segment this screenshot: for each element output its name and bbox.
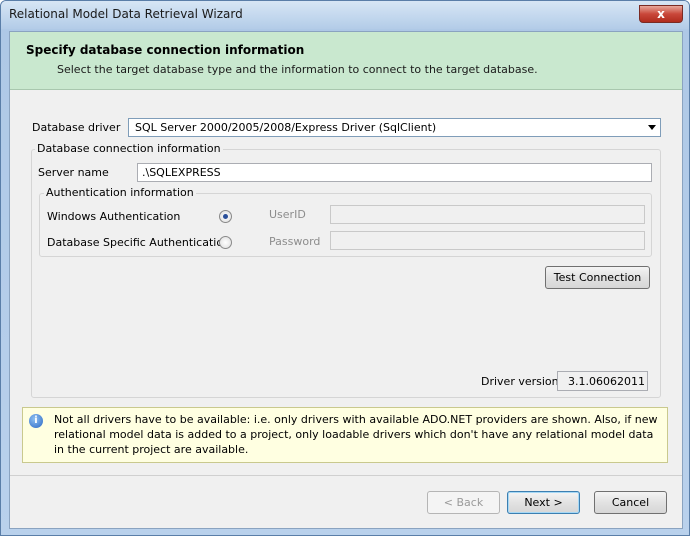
window-title: Relational Model Data Retrieval Wizard	[9, 7, 243, 21]
userid-input[interactable]	[330, 205, 645, 224]
wizard-header: Specify database connection information …	[10, 32, 682, 90]
radio-selected-dot	[223, 214, 228, 219]
password-label: Password	[269, 235, 321, 248]
windows-auth-radio[interactable]	[219, 210, 232, 223]
driver-version-value: 3.1.06062011	[568, 375, 645, 388]
page-title: Specify database connection information	[26, 43, 305, 57]
page-subtitle: Select the target database type and the …	[57, 63, 538, 76]
connection-group-title: Database connection information	[35, 142, 223, 155]
db-specific-auth-label: Database Specific Authentication	[47, 236, 231, 249]
server-name-input[interactable]: .\SQLEXPRESS	[137, 163, 652, 182]
windows-auth-label: Windows Authentication	[47, 210, 181, 223]
back-button[interactable]: < Back	[427, 491, 500, 514]
server-name-label: Server name	[38, 166, 109, 179]
next-button[interactable]: Next >	[507, 491, 580, 514]
wizard-client-area: Specify database connection information …	[9, 31, 683, 529]
info-icon: i	[29, 414, 43, 428]
wizard-window: Relational Model Data Retrieval Wizard x…	[0, 0, 690, 536]
chevron-down-icon[interactable]	[648, 125, 656, 130]
driver-version-box: 3.1.06062011	[557, 371, 648, 391]
info-panel: i Not all drivers have to be available: …	[22, 407, 668, 463]
userid-label: UserID	[269, 208, 306, 221]
footer-divider	[10, 475, 682, 476]
test-connection-button[interactable]: Test Connection	[545, 266, 650, 289]
database-driver-label: Database driver	[32, 121, 121, 134]
cancel-button[interactable]: Cancel	[594, 491, 667, 514]
authentication-group-title: Authentication information	[44, 186, 196, 199]
driver-version-label: Driver version	[481, 375, 559, 388]
db-specific-auth-radio[interactable]	[219, 236, 232, 249]
database-driver-selected: SQL Server 2000/2005/2008/Express Driver…	[135, 121, 437, 134]
close-button[interactable]: x	[639, 5, 683, 23]
title-bar: Relational Model Data Retrieval Wizard x	[1, 1, 689, 29]
server-name-value: .\SQLEXPRESS	[142, 166, 221, 179]
info-text: Not all drivers have to be available: i.…	[54, 413, 658, 456]
database-driver-dropdown[interactable]: SQL Server 2000/2005/2008/Express Driver…	[128, 118, 661, 137]
password-input[interactable]	[330, 231, 645, 250]
close-icon: x	[657, 7, 665, 21]
